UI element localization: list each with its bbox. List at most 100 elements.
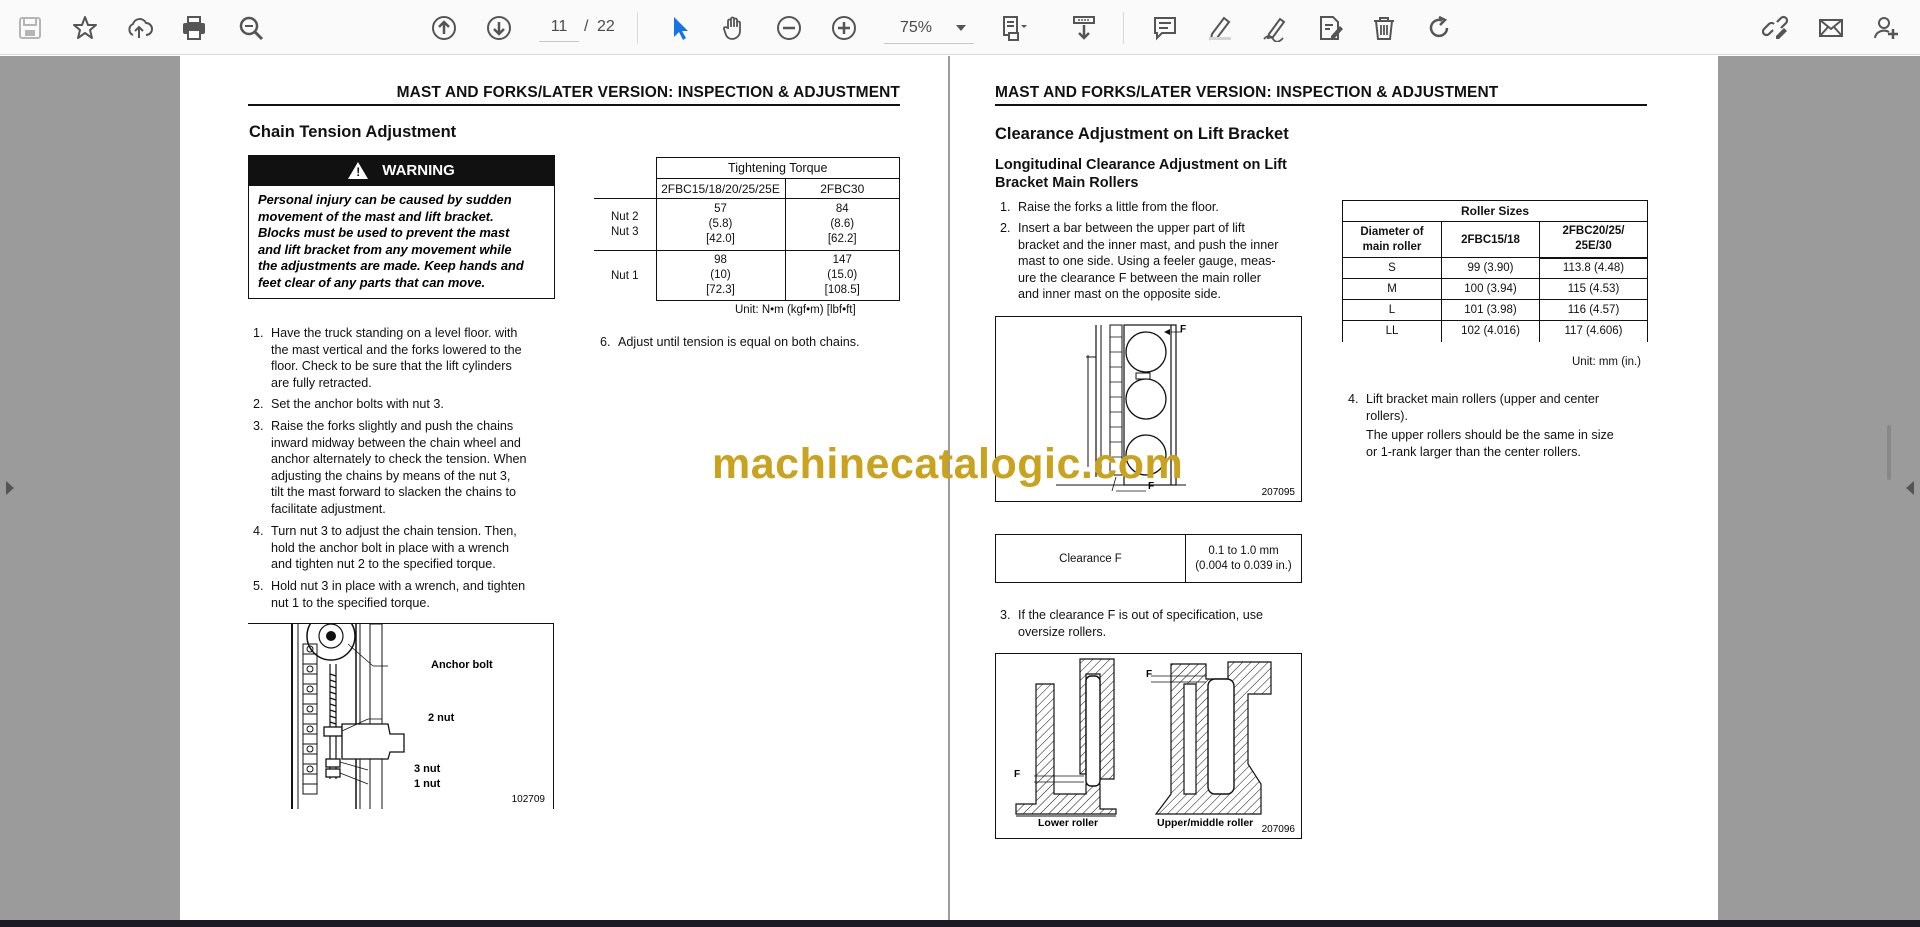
bookmark-star-icon[interactable] <box>67 10 103 46</box>
right-panel-toggle-icon[interactable] <box>1906 481 1914 495</box>
table-cell-line: Diameter of <box>1360 225 1424 238</box>
email-icon[interactable] <box>1813 10 1849 46</box>
step-number: 1. <box>253 326 264 340</box>
figure-number: 102709 <box>511 794 545 805</box>
table-cell-line: (5.8) <box>708 218 733 230</box>
next-page-icon[interactable] <box>481 10 517 46</box>
warning-line: movement of the mast and lift bracket. <box>258 208 494 224</box>
zoom-select[interactable]: 75% <box>884 12 974 44</box>
scroll-mode-icon[interactable] <box>1066 10 1102 46</box>
link-edit-icon[interactable] <box>1758 10 1794 46</box>
clearance-label: Clearance F <box>995 534 1186 583</box>
roller-section-figure: F F Lower roller Upper/middle roller 207… <box>995 653 1302 839</box>
roller-cell: 117 (4.606) <box>1539 320 1648 342</box>
toolbar-divider <box>637 12 638 44</box>
table-cell-line: 84 <box>835 203 849 215</box>
add-user-icon[interactable] <box>1868 10 1904 46</box>
rotate-icon[interactable] <box>1421 10 1457 46</box>
hand-tool-icon[interactable] <box>716 10 752 46</box>
roller-col-header: 2FBC20/25/ 25E/30 <box>1539 221 1648 259</box>
roller-col-header: Diameter of main roller <box>1342 221 1442 258</box>
step-line: rollers). <box>1366 408 1408 423</box>
torque-row-label: Nut 1 <box>594 250 657 301</box>
roller-unit: Unit: mm (in.) <box>1572 356 1641 368</box>
figure-number: 207096 <box>1261 824 1295 835</box>
table-cell-line: main roller <box>1362 240 1422 253</box>
table-cell-line: 147 <box>832 254 852 266</box>
step-line: Lift bracket main rollers (upper and cen… <box>1366 392 1600 406</box>
step-line: nut 1 to the specified torque. <box>271 595 430 610</box>
figure-label: F <box>1014 769 1021 780</box>
vertical-scrollbar[interactable] <box>1887 425 1891 480</box>
torque-cell: 57 (5.8) [42.0] <box>655 198 786 251</box>
table-cell-line: 0.1 to 1.0 mm <box>1208 544 1279 557</box>
torque-cell: 98 (10) [72.3] <box>655 250 786 301</box>
step-line: ure the clearance F between the main rol… <box>1018 270 1261 285</box>
torque-title: Tightening Torque <box>655 157 900 179</box>
edit-document-icon[interactable] <box>1312 10 1348 46</box>
table-cell-line: [42.0] <box>706 233 735 245</box>
step-line: bracket and the inner mast, and push the… <box>1018 237 1279 252</box>
comment-icon[interactable] <box>1147 10 1183 46</box>
previous-page-icon[interactable] <box>426 10 462 46</box>
step-line: Have the truck standing on a level floor… <box>271 326 518 340</box>
warning-line: Blocks must be used to prevent the mast <box>258 225 510 240</box>
zoom-value: 75% <box>900 18 933 36</box>
draw-signature-icon[interactable] <box>1257 10 1293 46</box>
step-number: 4. <box>253 524 264 538</box>
print-icon[interactable] <box>176 10 212 46</box>
warning-line: and lift bracket from any movement while <box>258 241 512 257</box>
zoom-search-icon[interactable] <box>233 10 269 46</box>
torque-cell: 84 (8.6) [62.2] <box>784 198 900 251</box>
warning-text: Personal injury can be caused by sudden … <box>249 186 554 298</box>
step-line: the mast vertical and the forks lowered … <box>271 342 522 357</box>
select-cursor-icon[interactable] <box>662 10 698 46</box>
chain-adjustment-drawing <box>291 624 405 809</box>
table-cell-line: [72.3] <box>706 284 735 296</box>
table-cell-line: (0.004 to 0.039 in.) <box>1195 559 1292 572</box>
torque-cell: 147 (15.0) [108.5] <box>784 250 900 301</box>
table-cell-line: [62.2] <box>827 233 857 245</box>
save-icon[interactable] <box>12 10 48 46</box>
table-cell-line: 57 <box>714 203 727 215</box>
step-line: Raise the forks a little from the floor. <box>1018 200 1219 214</box>
subtitle-line: Longitudinal Clearance Adjustment on Lif… <box>995 157 1287 173</box>
zoom-in-icon[interactable] <box>826 10 862 46</box>
step-line: adjusting the chains by means of the nut… <box>271 468 511 483</box>
table-cell-line: 2FBC20/25/ <box>1562 225 1625 238</box>
roller-cell: 101 (3.98) <box>1441 299 1540 321</box>
step-line: or 1-rank larger than the center rollers… <box>1366 444 1581 459</box>
delete-trash-icon[interactable] <box>1366 10 1402 46</box>
step-line: Raise the forks slightly and push the ch… <box>271 419 514 433</box>
roller-cell: 99 (3.90) <box>1441 257 1540 279</box>
roller-cell: 116 (4.57) <box>1539 299 1648 321</box>
figure-caption-lower: Lower roller <box>1038 817 1099 829</box>
highlight-pen-icon[interactable] <box>1202 10 1238 46</box>
figure-number: 207095 <box>1261 487 1295 498</box>
left-panel-toggle-icon[interactable] <box>6 481 14 495</box>
torque-col-header: 2FBC15/18/20/25/25E <box>655 178 786 199</box>
page-separator: / <box>584 18 589 35</box>
subtitle-line: Bracket Main Rollers <box>995 175 1139 191</box>
step-line: Hold nut 3 in place with a wrench, and t… <box>271 579 526 593</box>
roller-cell: 102 (4.016) <box>1441 320 1540 342</box>
cloud-upload-icon[interactable] <box>121 10 157 46</box>
zoom-out-icon[interactable] <box>771 10 807 46</box>
step-number: 3. <box>253 419 264 433</box>
page-fit-icon[interactable] <box>996 10 1032 46</box>
warning-header: ! WARNING <box>249 155 554 186</box>
warning-line: the adjustments are made. Keep hands and <box>258 258 524 273</box>
step-line: If the clearance F is out of specificati… <box>1018 608 1264 622</box>
toolbar-divider <box>1123 12 1124 44</box>
torque-row-label: Nut 2 Nut 3 <box>594 198 657 251</box>
warning-triangle-icon: ! <box>348 162 369 179</box>
table-cell-line: (10) <box>710 269 731 281</box>
left-page-header: MAST AND FORKS/LATER VERSION: INSPECTION… <box>248 84 900 106</box>
figure-label: F <box>1180 324 1187 335</box>
page-number-input[interactable] <box>539 12 579 42</box>
bottom-bar <box>0 920 1920 927</box>
step-number: 6. <box>600 335 611 349</box>
step-line: anchor alternately to check the tension.… <box>271 452 527 467</box>
step-number: 5. <box>253 579 264 593</box>
step-line: Turn nut 3 to adjust the chain tension. … <box>271 524 517 538</box>
